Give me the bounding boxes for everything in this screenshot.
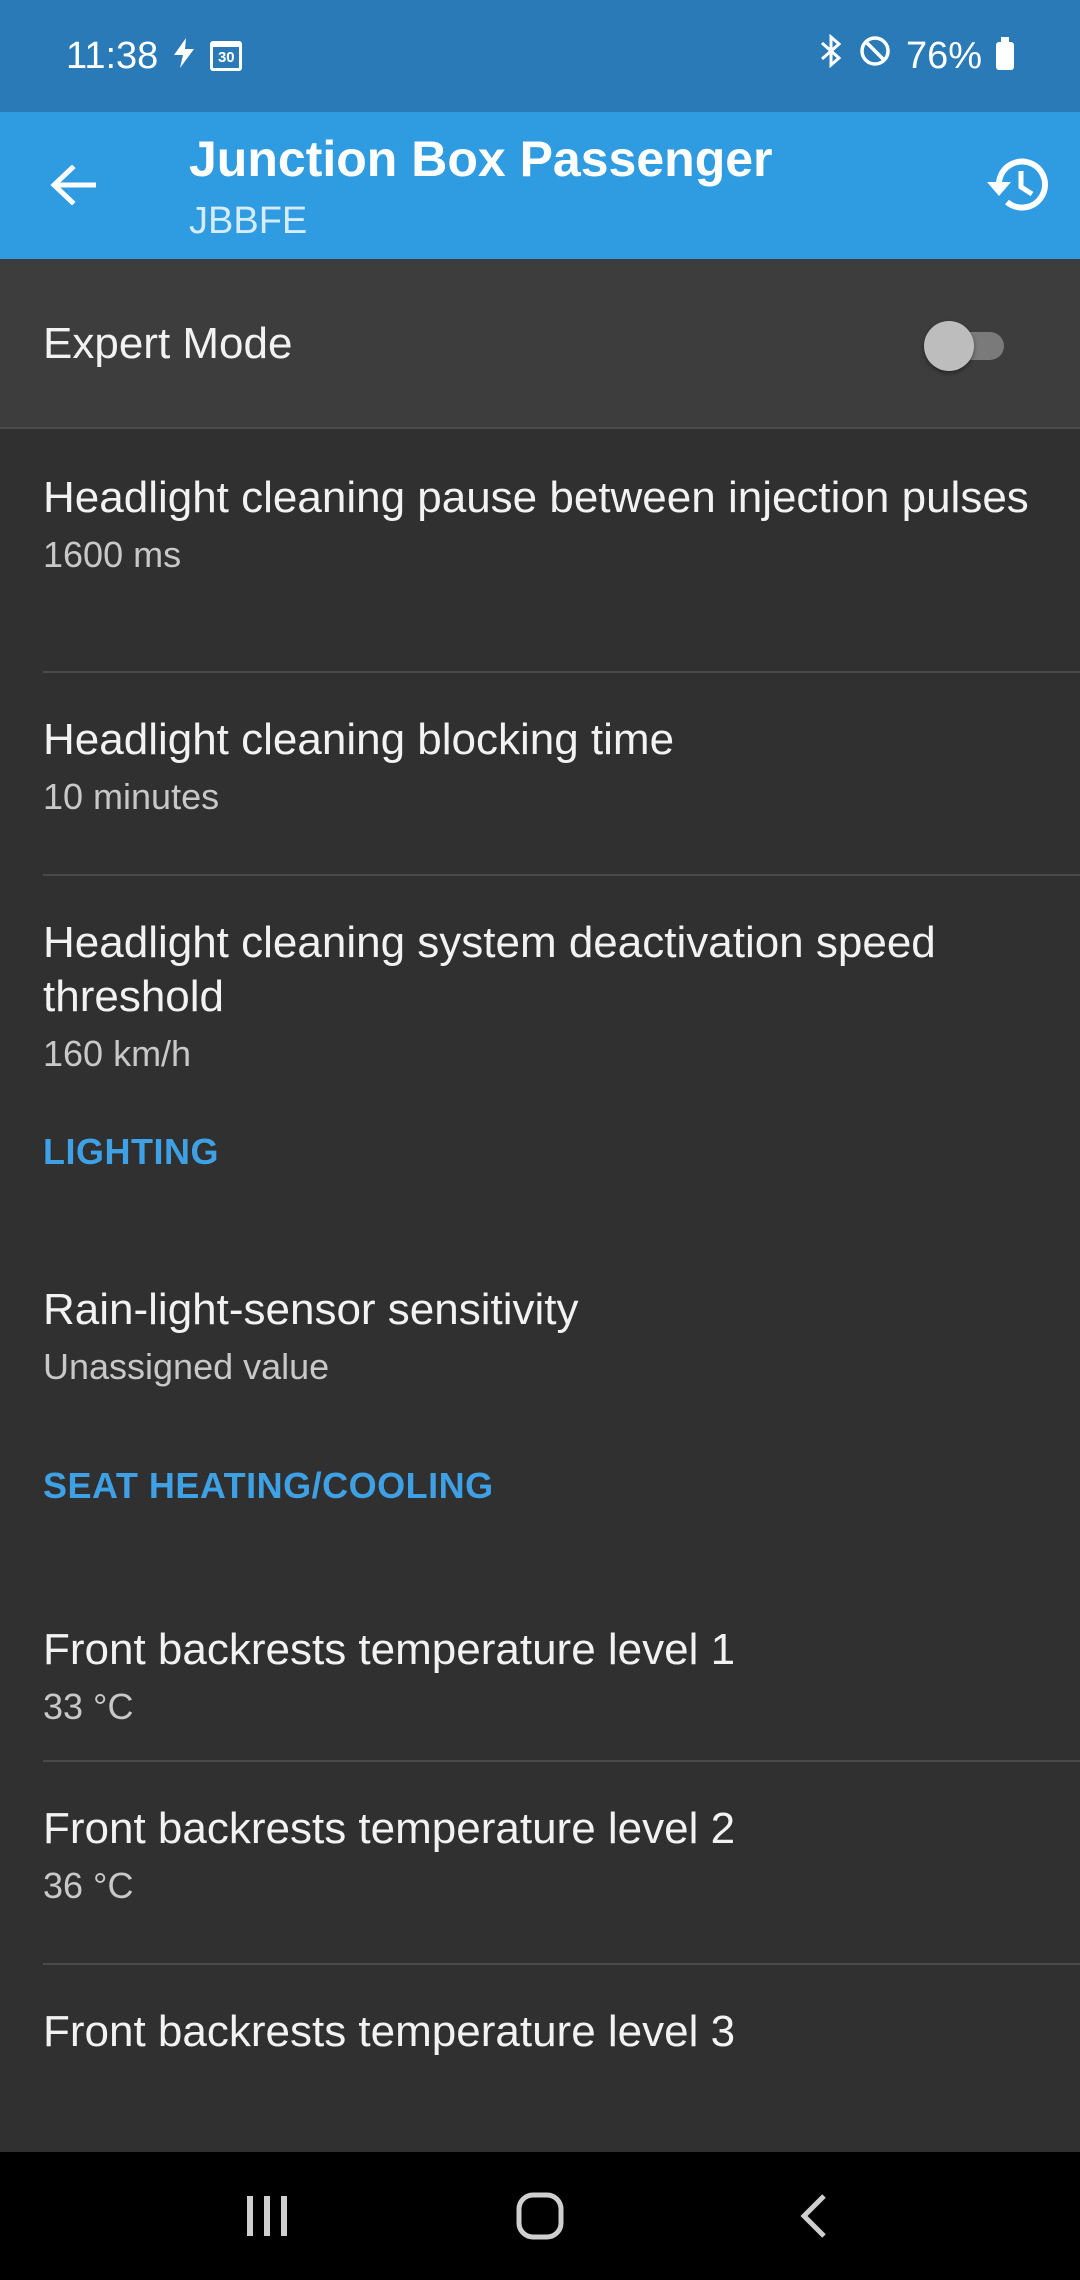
flash-icon <box>172 38 196 74</box>
chevron-left-icon <box>800 2194 827 2238</box>
page-subtitle: JBBFE <box>189 200 308 242</box>
item-value: 10 minutes <box>43 776 220 817</box>
expert-mode-row[interactable]: Expert Mode <box>0 259 1080 429</box>
battery-percent: 76% <box>905 34 982 77</box>
item-value: 36 °C <box>43 1865 134 1906</box>
expert-mode-toggle[interactable] <box>924 321 1008 371</box>
status-right: 76% <box>818 33 1014 78</box>
recent-apps-button[interactable] <box>227 2176 307 2256</box>
calendar-icon: 30 <box>210 41 243 71</box>
item-value: 160 km/h <box>43 1033 192 1074</box>
list-item[interactable]: Front backrests temperature level 2 36 °… <box>0 1762 1080 1963</box>
list-item[interactable]: Headlight cleaning pause between injecti… <box>0 431 1080 671</box>
page-title: Junction Box Passenger <box>189 131 773 187</box>
battery-icon <box>996 37 1014 70</box>
system-nav-bar <box>0 2152 1080 2280</box>
list-item[interactable]: Front backrests temperature level 1 33 °… <box>0 1565 1080 1760</box>
list-item[interactable]: Headlight cleaning system deactivation s… <box>0 876 1080 1121</box>
list-item[interactable]: Front backrests temperature level 3 <box>0 1965 1080 2166</box>
item-value: 1600 ms <box>43 534 182 575</box>
back-nav-button[interactable] <box>773 2176 853 2256</box>
item-title: Headlight cleaning system deactivation s… <box>43 918 936 1021</box>
back-button[interactable] <box>40 152 106 218</box>
section-header-lighting: LIGHTING <box>43 1131 219 1172</box>
settings-list: Headlight cleaning pause between injecti… <box>0 431 1080 2166</box>
do-not-disturb-icon <box>858 34 892 78</box>
status-left: 11:38 30 <box>66 34 243 78</box>
list-item[interactable]: Headlight cleaning blocking time 10 minu… <box>0 673 1080 874</box>
status-bar: 11:38 30 76% <box>0 0 1080 112</box>
recent-apps-icon <box>246 2196 287 2236</box>
item-title: Rain-light-sensor sensitivity <box>43 1285 579 1334</box>
status-time: 11:38 <box>66 34 159 77</box>
home-icon <box>516 2192 564 2240</box>
arrow-back-icon <box>50 165 96 205</box>
item-title: Front backrests temperature level 1 <box>43 1625 736 1674</box>
item-title: Headlight cleaning pause between injecti… <box>43 473 1029 522</box>
item-value: 33 °C <box>43 1686 134 1727</box>
app-bar: Junction Box Passenger JBBFE <box>0 112 1080 259</box>
home-button[interactable] <box>500 2176 580 2256</box>
section-header-seat-heating: SEAT HEATING/COOLING <box>43 1465 494 1506</box>
toggle-thumb <box>924 321 974 371</box>
bluetooth-icon <box>818 33 844 78</box>
item-title: Front backrests temperature level 3 <box>43 2007 736 2056</box>
list-item[interactable]: Rain-light-sensor sensitivity Unassigned… <box>0 1221 1080 1465</box>
item-title: Headlight cleaning blocking time <box>43 715 675 764</box>
expert-mode-label: Expert Mode <box>43 319 293 368</box>
item-title: Front backrests temperature level 2 <box>43 1804 736 1853</box>
history-icon <box>987 158 1048 211</box>
calendar-day: 30 <box>217 49 235 66</box>
item-value: Unassigned value <box>43 1346 330 1387</box>
history-button[interactable] <box>980 148 1054 222</box>
